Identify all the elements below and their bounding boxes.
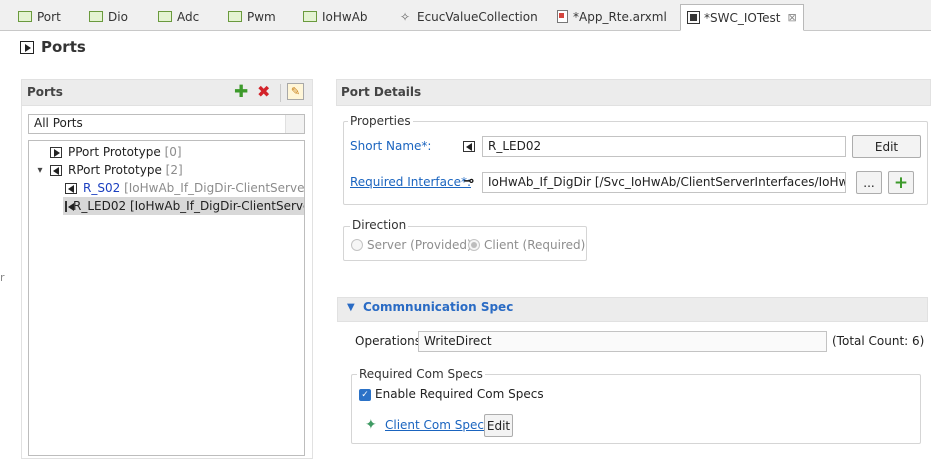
side-mark: r — [0, 271, 5, 284]
tab-pwm[interactable]: Pwm — [222, 4, 282, 29]
file-icon — [557, 10, 568, 23]
enable-required-com-specs-label: Enable Required Com Specs — [375, 387, 544, 401]
tree-node-rport-prototype[interactable]: ▾ RPort Prototype [2] — [34, 161, 182, 179]
tab-adc[interactable]: Adc — [152, 4, 205, 29]
rport-icon — [65, 200, 74, 212]
tab-ecuc-value-collection[interactable]: ✧ EcucValueCollection — [392, 4, 544, 29]
total-count-label: (Total Count: 6) — [832, 334, 925, 348]
enable-required-com-specs-checkbox[interactable]: ✓ — [359, 389, 371, 401]
client-radio-label: Client (Required) — [484, 238, 586, 252]
rport-icon — [50, 164, 62, 176]
required-com-specs-group — [351, 374, 921, 444]
rport-icon — [65, 182, 77, 194]
ports-section-title: Ports — [27, 85, 63, 99]
close-icon[interactable]: ⊠ — [787, 11, 796, 24]
short-name-label: Short Name*: — [350, 139, 432, 153]
edit-port-button[interactable]: ✎ — [287, 83, 304, 100]
tree-node-r-led02[interactable]: R_LED02 [IoHwAb_If_DigDir-ClientServerIn… — [63, 197, 304, 215]
ports-form-icon — [20, 41, 34, 54]
server-radio[interactable] — [351, 239, 363, 251]
port-details-title: Port Details — [341, 85, 422, 99]
client-com-spec-link[interactable]: Client Com Spec — [385, 418, 484, 432]
direction-group-label: Direction — [350, 218, 409, 232]
chevron-down-icon[interactable]: ▾ — [34, 165, 46, 176]
component-icon — [687, 11, 700, 24]
edit-client-com-spec-button[interactable]: Edit — [484, 414, 513, 437]
required-interface-input[interactable]: IoHwAb_If_DigDir [/Svc_IoHwAb/ClientServ… — [482, 172, 846, 193]
properties-group-label: Properties — [348, 114, 413, 128]
delete-port-button[interactable]: ✖ — [257, 84, 270, 100]
port-details-section-header — [336, 79, 931, 106]
edit-short-name-button[interactable]: Edit — [852, 135, 921, 158]
package-icon — [228, 11, 242, 22]
add-port-button[interactable]: ✚ — [234, 84, 248, 101]
gear-icon: ✧ — [399, 9, 411, 24]
page-title: Ports — [41, 38, 86, 56]
add-interface-button[interactable]: + — [888, 171, 914, 194]
port-filter-select[interactable]: All Ports — [28, 114, 305, 134]
operations-select[interactable]: WriteDirect — [418, 331, 827, 352]
communication-spec-title: Commnunication Spec — [363, 300, 514, 314]
short-name-input[interactable]: R_LED02 — [482, 136, 846, 157]
tab-dio[interactable]: Dio — [83, 4, 134, 29]
package-icon — [158, 11, 172, 22]
package-icon — [303, 11, 317, 22]
tab-swc-iotest[interactable]: *SWC_IOTest ⊠ — [680, 4, 804, 31]
chevron-down-icon[interactable]: ▼ — [347, 302, 355, 313]
client-com-spec-icon: ✦ — [365, 417, 377, 433]
pport-icon — [50, 146, 62, 158]
toolbar-separator — [280, 84, 281, 102]
tab-port[interactable]: Port — [12, 4, 67, 29]
package-icon — [89, 11, 103, 22]
tree-node-r-s02[interactable]: R_S02 [IoHwAb_If_DigDir-ClientServerInte… — [65, 179, 304, 197]
tab-iohwab[interactable]: IoHwAb — [297, 4, 374, 29]
operations-label: Operations — [355, 334, 421, 348]
package-icon — [18, 11, 32, 22]
rport-icon — [463, 141, 475, 152]
client-radio[interactable] — [468, 239, 480, 251]
browse-interface-button[interactable]: ... — [856, 171, 882, 194]
server-radio-label: Server (Provided) — [367, 238, 472, 252]
required-interface-link[interactable]: Required Interface*: — [350, 175, 471, 189]
tab-app-rte-arxml[interactable]: *App_Rte.arxml — [551, 4, 673, 29]
required-com-specs-label: Required Com Specs — [357, 367, 485, 381]
tree-node-pport-prototype[interactable]: PPort Prototype [0] — [34, 143, 182, 161]
ports-tree[interactable]: PPort Prototype [0] ▾ RPort Prototype [2… — [28, 140, 305, 456]
interface-icon: ⊸ — [463, 174, 475, 189]
